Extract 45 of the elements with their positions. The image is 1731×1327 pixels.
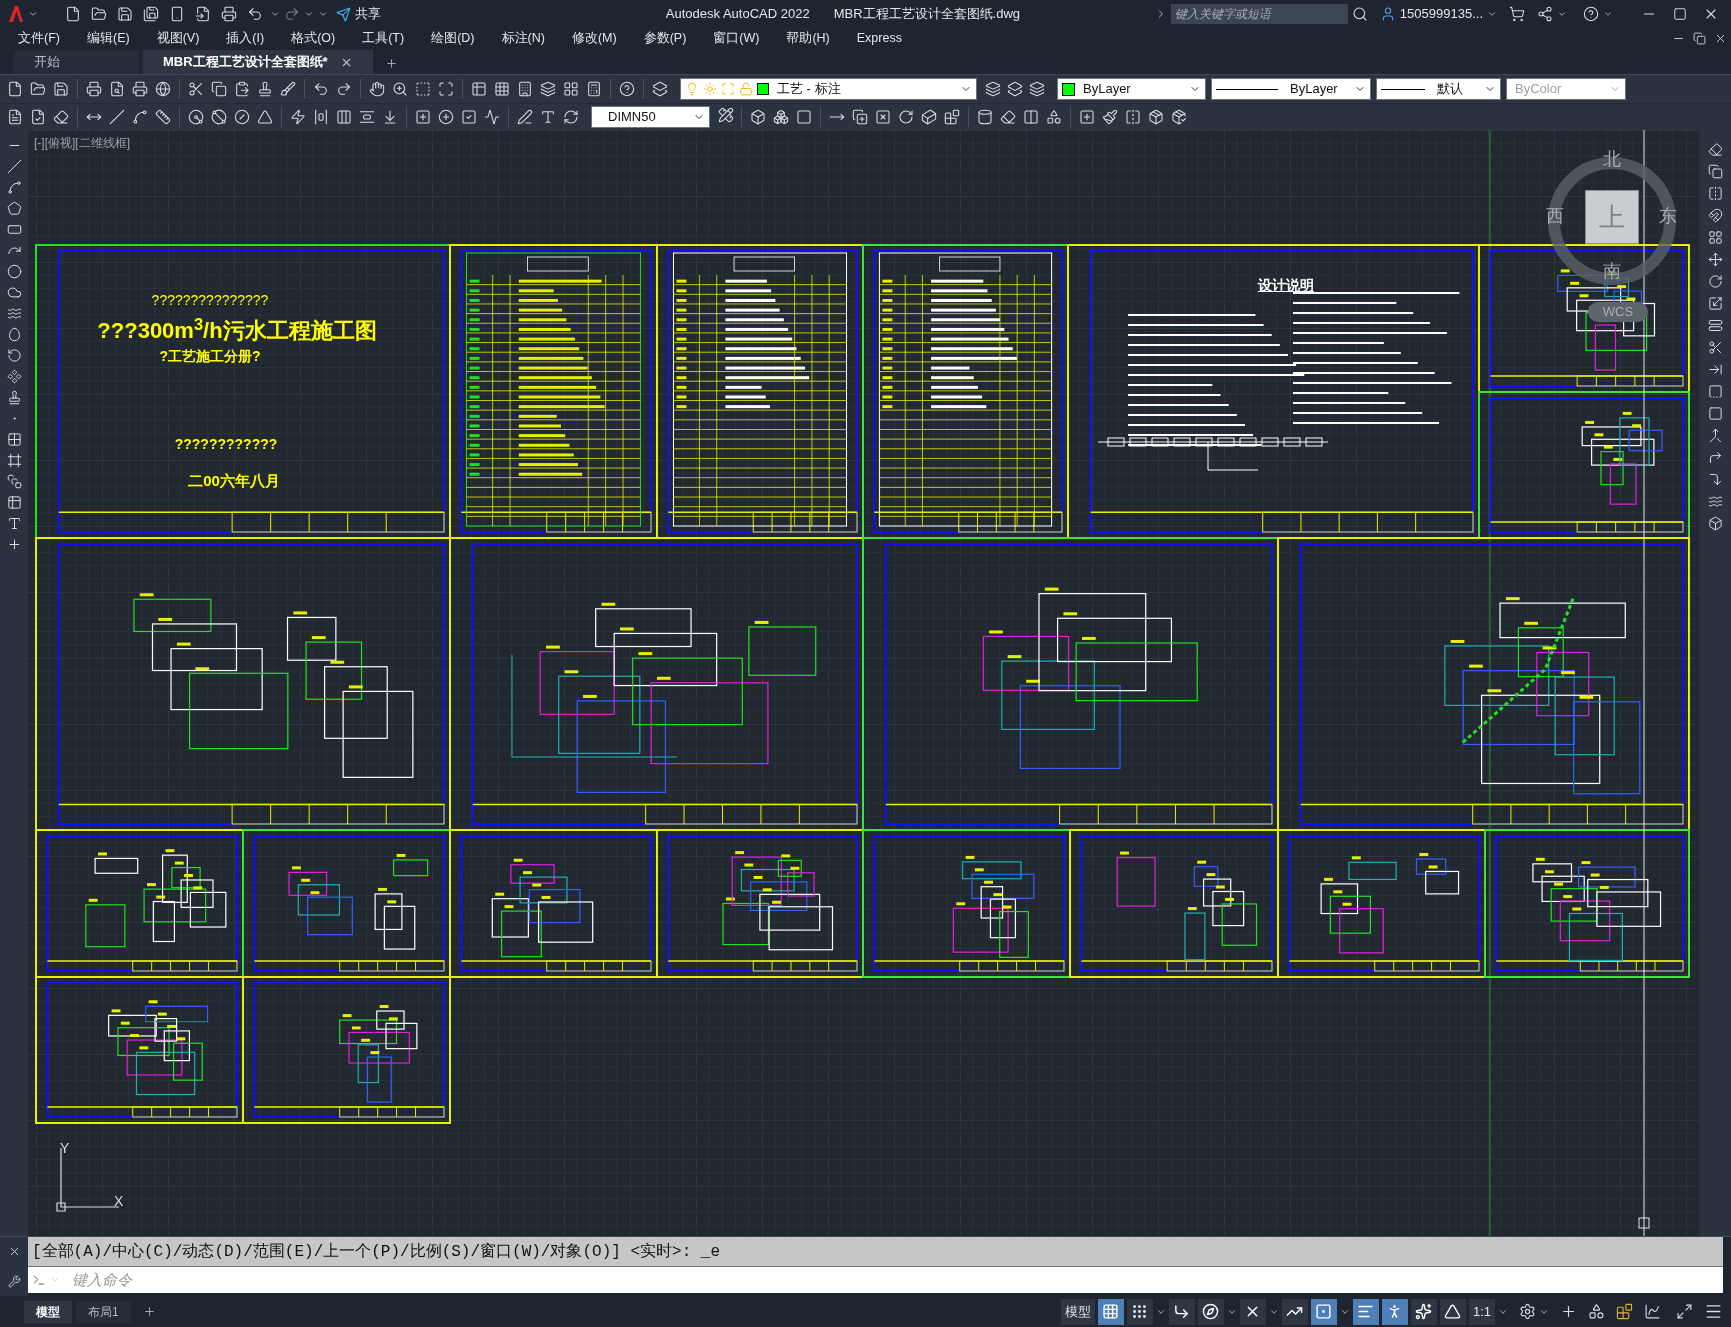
- share-button[interactable]: 共享: [336, 4, 381, 24]
- plot-style-value: ByColor: [1515, 80, 1562, 99]
- lineweight-value: 默认: [1437, 80, 1463, 99]
- axis-label: X: [114, 1192, 124, 1211]
- app-title: Autodesk AutoCAD 2022: [665, 5, 810, 24]
- viewport-label[interactable]: [-][俯视][二维线框]: [34, 134, 130, 152]
- menu-item[interactable]: 文件(F): [18, 29, 60, 48]
- menu-item[interactable]: Express: [856, 29, 902, 48]
- dimension-style-value: DIMN50: [608, 108, 656, 127]
- layout-tab[interactable]: 模型: [24, 1300, 72, 1323]
- menu-item[interactable]: 参数(P): [643, 29, 687, 48]
- dimension-style-dropdown[interactable]: DIMN50: [591, 106, 710, 128]
- menu-item[interactable]: 工具(T): [362, 29, 405, 48]
- sheet-text: ???????????????: [151, 293, 269, 307]
- sheet-text: ?工艺施工分册?: [159, 349, 261, 363]
- menu-item[interactable]: 窗口(W): [713, 29, 760, 48]
- color-dropdown[interactable]: ByLayer: [1057, 78, 1206, 100]
- menu-item[interactable]: 视图(V): [156, 29, 200, 48]
- menu-item[interactable]: 格式(O): [291, 29, 336, 48]
- search-field[interactable]: 键入关键字或短语: [1170, 4, 1348, 24]
- scale-button[interactable]: 1:1: [1468, 1298, 1495, 1325]
- document-tab[interactable]: 开始: [14, 50, 139, 74]
- menu-item[interactable]: 修改(M): [571, 29, 617, 48]
- axis-label: Y: [60, 1139, 70, 1158]
- sheet-title: 设计说明: [1257, 276, 1314, 295]
- menu-item[interactable]: 编辑(E): [86, 29, 130, 48]
- sheet-text: ???300m$^{3}$/h污水工程施工图: [97, 320, 377, 342]
- file-name: MBR工程工艺设计全套图纸.dwg: [833, 5, 1020, 24]
- menu-item[interactable]: 帮助(H): [786, 29, 830, 48]
- menu-item[interactable]: 插入(I): [226, 29, 265, 48]
- lineweight-dropdown[interactable]: 默认: [1376, 78, 1501, 100]
- menu-item[interactable]: 绘图(D): [431, 29, 475, 48]
- layer-dropdown[interactable]: 工艺 - 标注: [680, 78, 977, 100]
- user-name[interactable]: 1505999135...: [1399, 4, 1483, 24]
- color-value: ByLayer: [1083, 80, 1131, 99]
- linetype-dropdown[interactable]: ByLayer: [1211, 78, 1371, 100]
- menu-item[interactable]: 标注(N): [501, 29, 545, 48]
- document-tab[interactable]: MBR工程工艺设计全套图纸*: [143, 50, 373, 74]
- layout-tab[interactable]: 布局1: [76, 1300, 131, 1323]
- sheet-text: ????????????: [174, 437, 278, 451]
- sheet-text: 二00六年八月: [188, 472, 280, 488]
- linetype-value: ByLayer: [1290, 80, 1338, 99]
- space-button[interactable]: 模型: [1060, 1298, 1095, 1325]
- command-history: [全部(A)/中心(C)/动态(D)/范围(E)/上一个(P)/比例(S)/窗口(W)/对象(O)] <实时>: _e: [28, 1237, 1723, 1266]
- layer-name: 工艺 - 标注: [777, 80, 841, 99]
